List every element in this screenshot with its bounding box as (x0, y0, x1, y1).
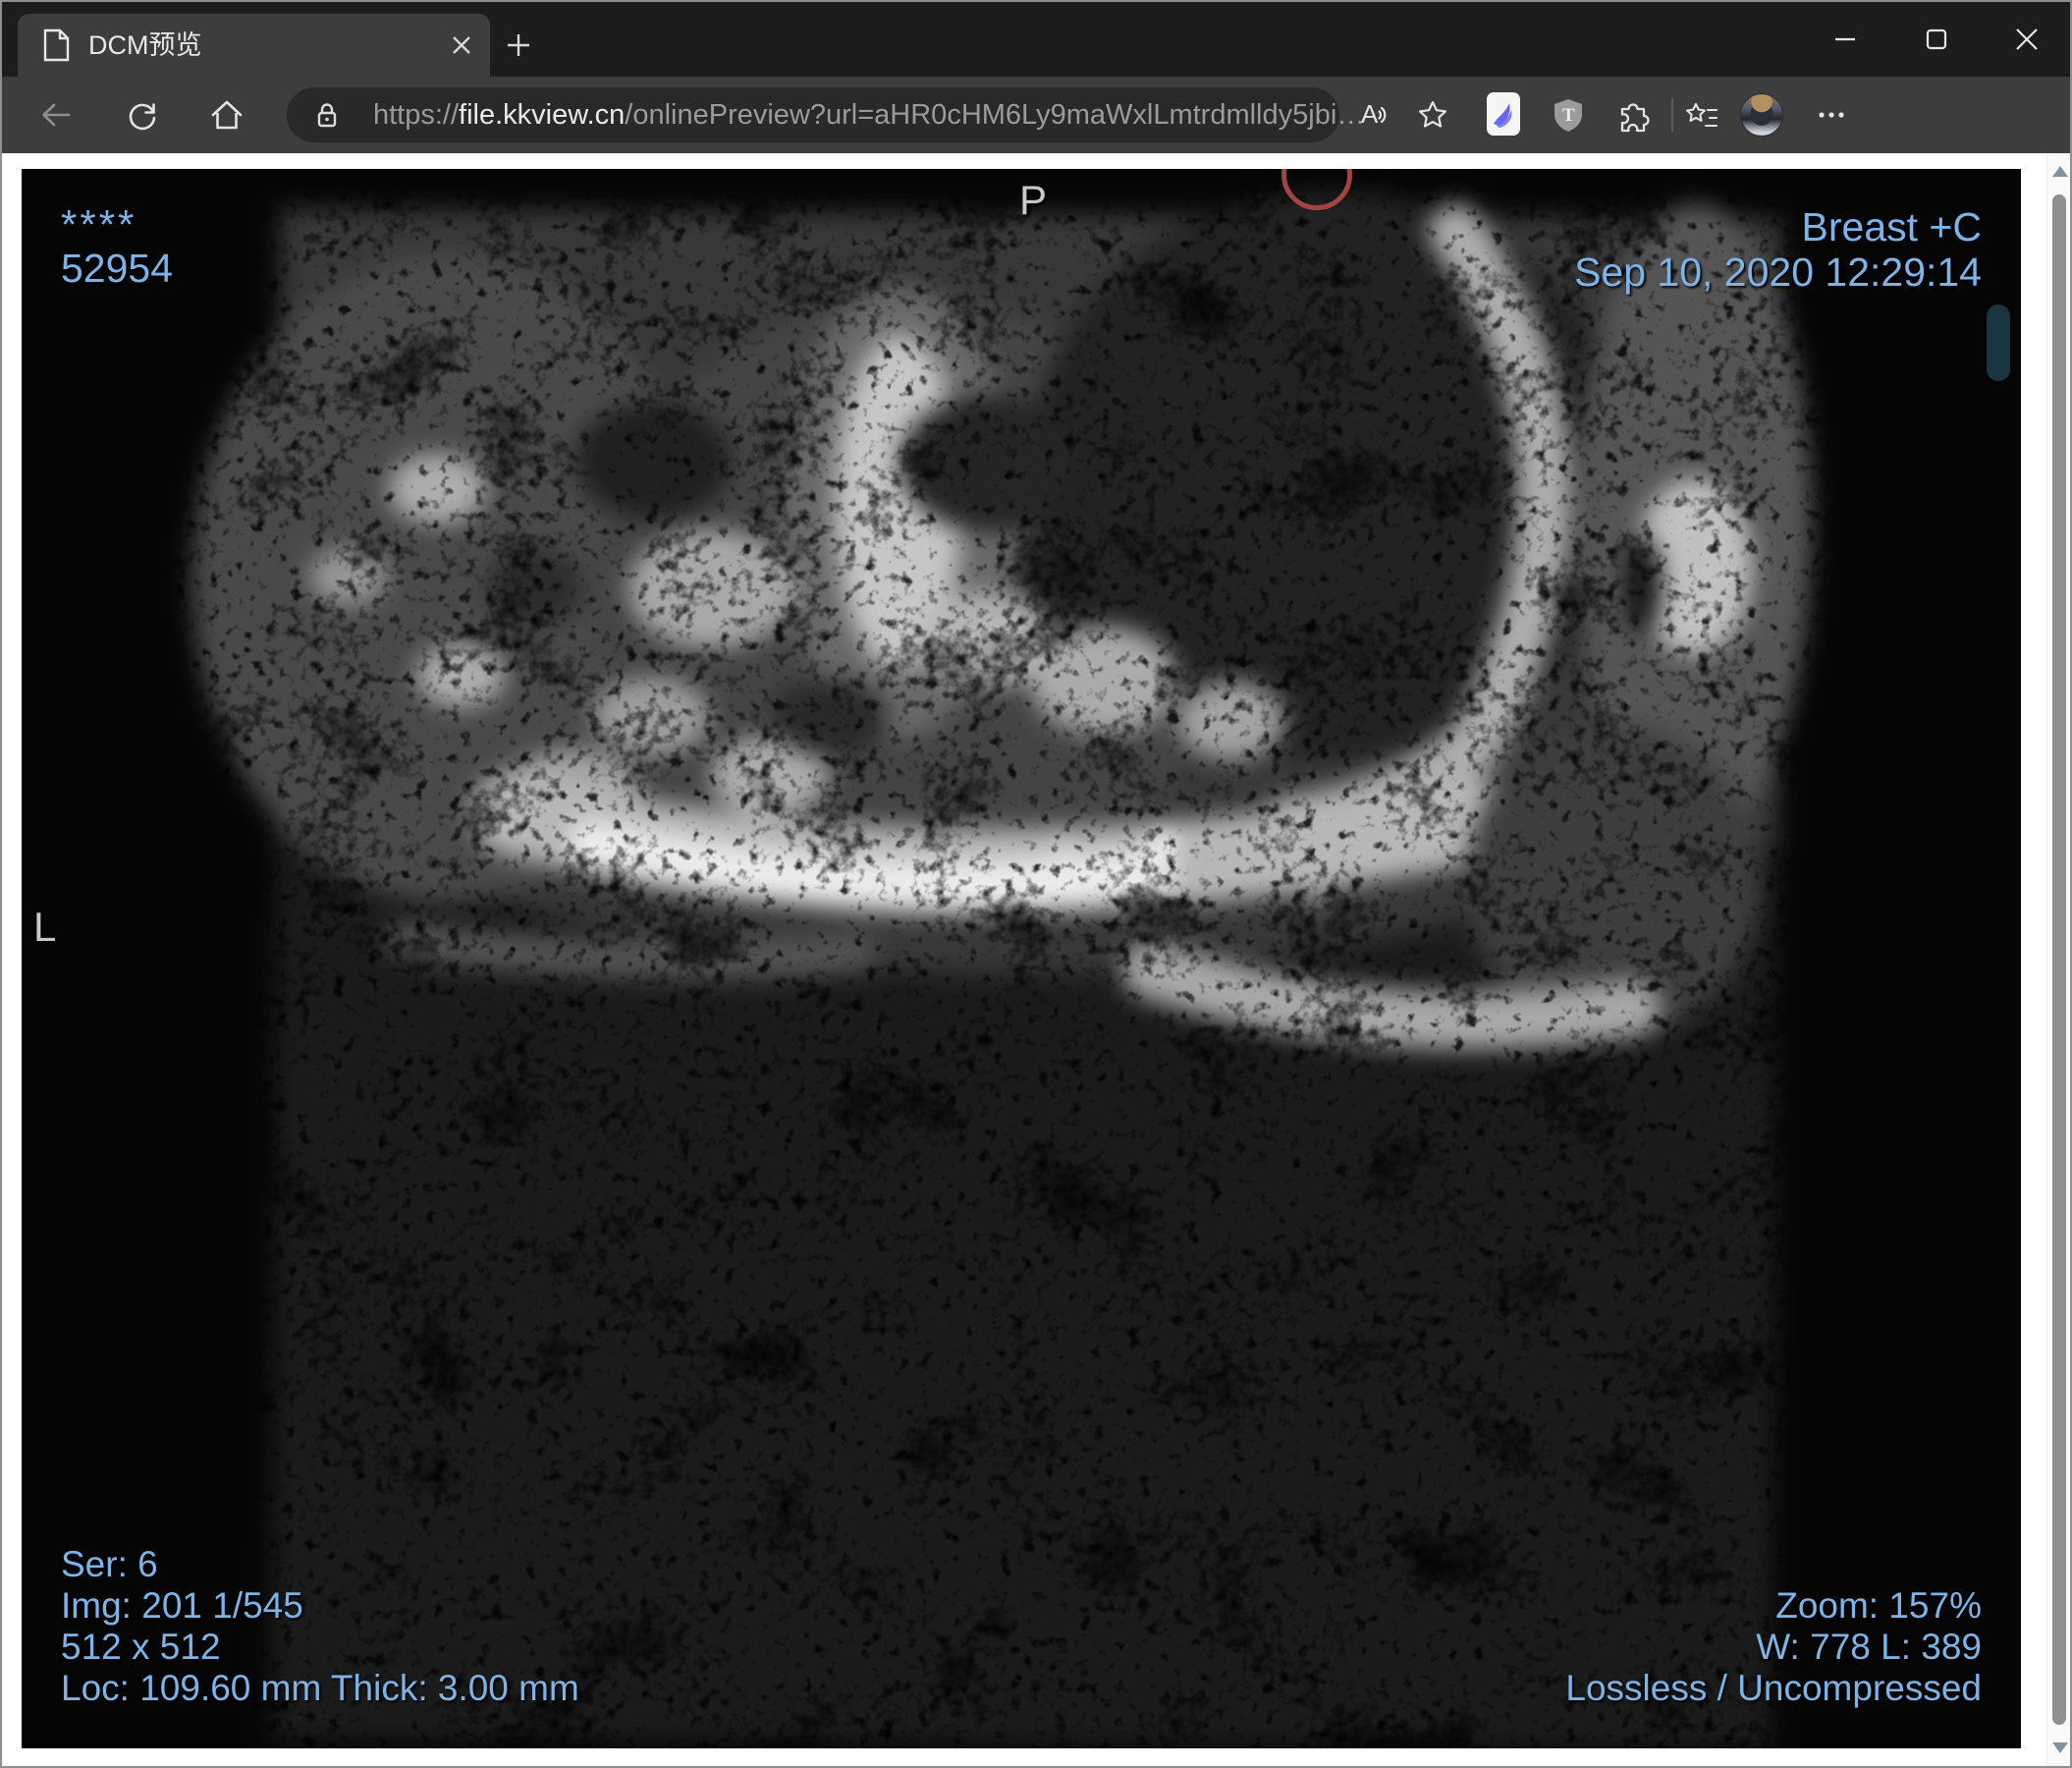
page-scrollbar[interactable] (2046, 153, 2070, 1766)
back-icon[interactable] (37, 96, 75, 134)
url-scheme: https:// (373, 99, 460, 131)
patient-name-masked: **** (61, 201, 137, 248)
window-level: W: 778 L: 389 (1756, 1627, 1982, 1667)
favorites-list-icon[interactable] (1683, 96, 1720, 134)
home-icon[interactable] (208, 96, 245, 134)
slice-location: Loc: 109.60 mm Thick: 3.00 mm (61, 1668, 579, 1708)
extension-bird-icon[interactable] (1487, 92, 1520, 136)
url-text[interactable]: https://file.kkview.cn/onlinePreview?url… (373, 87, 1365, 142)
study-info: Breast +C Sep 10, 2020 12:29:14 (1574, 204, 1982, 295)
page-content: **** 52954 Breast +C Sep 10, 2020 12:29:… (2, 153, 2070, 1766)
favorite-star-icon[interactable] (1414, 96, 1451, 134)
address-bar[interactable]: https://file.kkview.cn/onlinePreview?url… (287, 87, 1365, 142)
more-menu-icon[interactable] (1813, 96, 1850, 134)
profile-avatar[interactable] (1740, 93, 1783, 137)
image-number: Img: 201 1/545 (61, 1585, 303, 1626)
mri-image (191, 191, 1813, 1748)
url-path: /onlinePreview?url=aHR0cHM6Ly9maWxlLmtrd… (625, 99, 1366, 131)
image-matrix: 512 x 512 (61, 1627, 221, 1667)
refresh-icon[interactable] (124, 96, 161, 134)
window-maximize-button[interactable] (1916, 20, 1957, 59)
document-icon (41, 28, 71, 62)
svg-text:T: T (1562, 105, 1575, 126)
scrollbar-down-arrow-icon[interactable] (2052, 1742, 2068, 1753)
tab-title: DCM预览 (88, 30, 202, 60)
window-minimize-button[interactable] (1825, 20, 1866, 59)
patient-id: 52954 (61, 246, 174, 291)
series-info: Ser: 6 Img: 201 1/545 512 x 512 Loc: 109… (61, 1544, 579, 1709)
title-bar: DCM预览 (2, 2, 2070, 77)
zoom-level: Zoom: 157% (1775, 1585, 1982, 1626)
viewer-scroll-indicator[interactable] (1987, 304, 2010, 381)
scrollbar-up-arrow-icon[interactable] (2052, 166, 2068, 177)
read-aloud-icon[interactable]: A (1355, 96, 1392, 134)
lock-icon[interactable] (312, 100, 342, 130)
tab-dcm-preview[interactable]: DCM预览 (18, 14, 490, 77)
series-number: Ser: 6 (61, 1544, 158, 1584)
scrollbar-thumb[interactable] (2052, 194, 2066, 1725)
toolbar-divider (1671, 98, 1673, 132)
window-close-button[interactable] (2006, 20, 2047, 59)
orientation-marker-left: L (33, 904, 57, 950)
tab-close-icon[interactable] (449, 32, 474, 58)
compression-info: Lossless / Uncompressed (1565, 1668, 1982, 1708)
new-tab-button[interactable] (505, 31, 532, 59)
navigation-toolbar: https://file.kkview.cn/onlinePreview?url… (2, 77, 2070, 153)
extension-bird-badge (1487, 92, 1520, 136)
url-host: file.kkview.cn (459, 99, 626, 131)
svg-text:A: A (1361, 99, 1379, 129)
study-datetime: Sep 10, 2020 12:29:14 (1574, 249, 1982, 295)
dicom-canvas[interactable]: **** 52954 Breast +C Sep 10, 2020 12:29:… (22, 169, 2021, 1748)
display-info: Zoom: 157% W: 778 L: 389 Lossless / Unco… (1565, 1585, 1982, 1709)
orientation-marker-posterior: P (1019, 177, 1048, 223)
study-description: Breast +C (1801, 204, 1982, 249)
extension-shield-t-icon[interactable]: T (1550, 96, 1587, 134)
browser-window: DCM预览 https://file.kkview.cn/onlinePrevi… (0, 0, 2072, 1768)
extensions-puzzle-icon[interactable] (1614, 96, 1652, 134)
